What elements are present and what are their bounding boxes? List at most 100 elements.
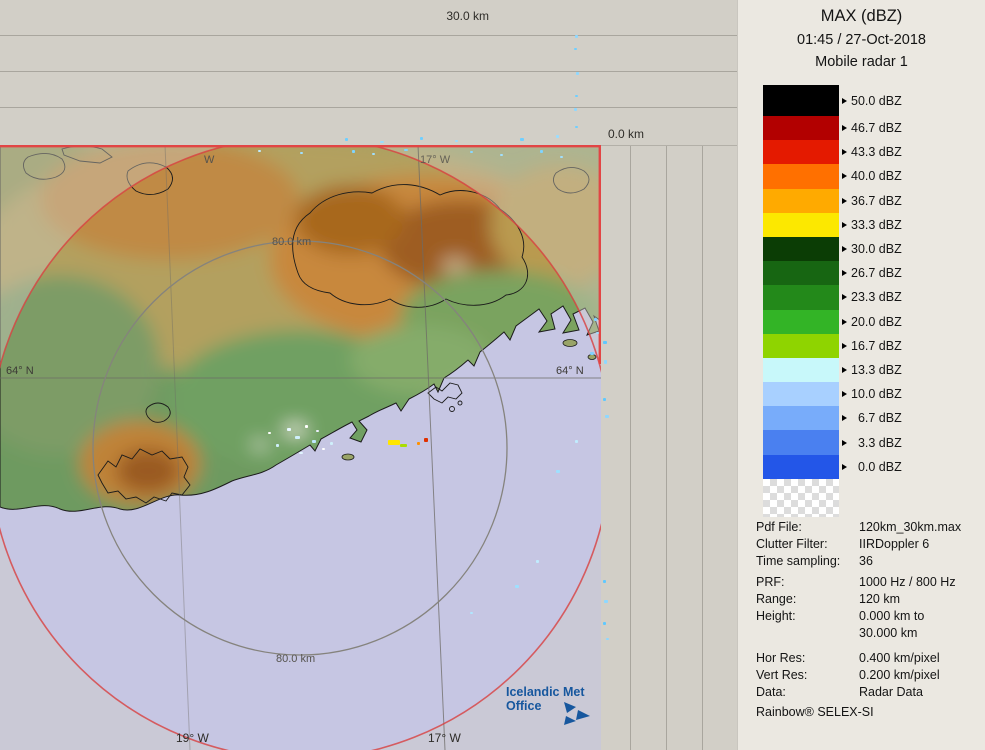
legend-swatch (763, 189, 839, 213)
metadata-label: Height: (756, 609, 859, 623)
metadata-row: Clutter Filter:IIRDoppler 6 (756, 535, 979, 552)
metadata-row: Time sampling:36 (756, 552, 979, 569)
metadata-value: 120 km (859, 592, 979, 606)
legend-marker-icon (842, 198, 847, 204)
legend-swatch (763, 261, 839, 285)
legend-marker-icon (842, 125, 847, 131)
legend-label: 26.7 dBZ (851, 266, 902, 280)
legend-label: 43.3 dBZ (851, 145, 902, 159)
legend-marker-icon (842, 98, 847, 104)
metadata-rows: Pdf File:120km_30km.maxClutter Filter:II… (756, 518, 979, 700)
map-svg: 64° N 64° N 80.0 km 80.0 km W 17° W 19° … (0, 145, 601, 750)
right-cross-section-panel (601, 145, 737, 750)
lon-label-top-east: 17° W (420, 154, 451, 166)
metadata-label: PRF: (756, 575, 859, 589)
radar-name: Mobile radar 1 (738, 54, 985, 70)
dbz-color-legend: 50.0 dBZ 46.7 dBZ 43.3 dBZ 40.0 dBZ 36.7 dBZ… (763, 85, 902, 517)
metadata-row: PRF:1000 Hz / 800 Hz (756, 573, 979, 590)
legend-rows: 50.0 dBZ 46.7 dBZ 43.3 dBZ 40.0 dBZ 36.7 dBZ… (763, 85, 902, 479)
legend-row: 46.7 dBZ (763, 116, 902, 140)
legend-label: 0.0 dBZ (851, 460, 902, 474)
legend-row: 20.0 dBZ (763, 310, 902, 334)
metadata-row: 30.000 km (756, 624, 979, 641)
height-scale-min-label: 0.0 km (608, 127, 644, 141)
legend-row: 0.0 dBZ (763, 455, 902, 479)
metadata-value: Radar Data (859, 685, 979, 699)
legend-row: 36.7 dBZ (763, 189, 902, 213)
legend-row: 43.3 dBZ (763, 140, 902, 164)
height-gridline (666, 146, 667, 750)
radar-display-window: 30.0 km 0.0 km (0, 0, 985, 750)
legend-swatch (763, 430, 839, 454)
legend-row: 50.0 dBZ (763, 85, 902, 116)
legend-swatch (763, 285, 839, 309)
legend-marker-icon (842, 149, 847, 155)
legend-label: 30.0 dBZ (851, 242, 902, 256)
lat-label-left: 64° N (6, 365, 34, 377)
height-scale-max-label: 30.0 km (446, 9, 489, 23)
legend-label: 16.7 dBZ (851, 339, 902, 353)
top-cross-section-panel: 30.0 km 0.0 km (0, 0, 737, 145)
legend-label: 33.3 dBZ (851, 218, 902, 232)
legend-swatch (763, 382, 839, 406)
legend-swatch (763, 358, 839, 382)
software-brand: Rainbow® SELEX-SI (756, 703, 979, 720)
legend-marker-icon (842, 222, 847, 228)
legend-marker-icon (842, 343, 847, 349)
imo-logo-line1: Icelandic Met (506, 685, 585, 699)
legend-label: 20.0 dBZ (851, 315, 902, 329)
legend-label: 23.3 dBZ (851, 290, 902, 304)
metadata-label: Clutter Filter: (756, 537, 859, 551)
legend-swatch (763, 406, 839, 430)
metadata-value: 0.400 km/pixel (859, 651, 979, 665)
info-panel: MAX (dBZ) 01:45 / 27-Oct-2018 Mobile rad… (737, 0, 985, 750)
metadata-value: 30.000 km (859, 626, 979, 640)
legend-label: 36.7 dBZ (851, 194, 902, 208)
legend-row: 33.3 dBZ (763, 213, 902, 237)
legend-marker-icon (842, 246, 847, 252)
legend-row: 30.0 dBZ (763, 237, 902, 261)
metadata-value: 1000 Hz / 800 Hz (859, 575, 979, 589)
metadata-value: IIRDoppler 6 (859, 537, 979, 551)
metadata-label: Vert Res: (756, 668, 859, 682)
legend-marker-icon (842, 391, 847, 397)
metadata-row: Height:0.000 km to (756, 607, 979, 624)
legend-swatch (763, 310, 839, 334)
range-ring-label-top: 80.0 km (272, 236, 311, 248)
legend-label: 40.0 dBZ (851, 169, 902, 183)
legend-row: 10.0 dBZ (763, 382, 902, 406)
legend-swatch (763, 334, 839, 358)
legend-marker-icon (842, 464, 847, 470)
metadata-label: Data: (756, 685, 859, 699)
metadata-row: Hor Res:0.400 km/pixel (756, 649, 979, 666)
metadata-value: 120km_30km.max (859, 520, 979, 534)
legend-marker-icon (842, 367, 847, 373)
legend-row: 23.3 dBZ (763, 285, 902, 309)
legend-row: 13.3 dBZ (763, 358, 902, 382)
range-ring-label-bottom: 80.0 km (276, 653, 315, 665)
lon-label-east: 17° W (428, 731, 461, 745)
metadata-row: Pdf File:120km_30km.max (756, 518, 979, 535)
metadata-label: Range: (756, 592, 859, 606)
legend-row: 26.7 dBZ (763, 261, 902, 285)
lon-label-top-partial: W (204, 154, 215, 166)
legend-label: 46.7 dBZ (851, 121, 902, 135)
legend-row: 16.7 dBZ (763, 334, 902, 358)
metadata-label: Pdf File: (756, 520, 859, 534)
legend-swatch (763, 213, 839, 237)
legend-label: 6.7 dBZ (851, 411, 902, 425)
legend-swatch (763, 85, 839, 116)
legend-label: 3.3 dBZ (851, 436, 902, 450)
radar-map-canvas: 64° N 64° N 80.0 km 80.0 km W 17° W 19° … (0, 145, 601, 750)
legend-label: 50.0 dBZ (851, 94, 902, 108)
metadata-value: 0.200 km/pixel (859, 668, 979, 682)
legend-no-data-checker (763, 479, 839, 517)
metadata-value: 36 (859, 554, 979, 568)
legend-marker-icon (842, 440, 847, 446)
legend-swatch (763, 140, 839, 164)
product-metadata: Pdf File:120km_30km.maxClutter Filter:II… (756, 518, 979, 720)
legend-swatch (763, 237, 839, 261)
legend-marker-icon (842, 415, 847, 421)
metadata-label: Time sampling: (756, 554, 859, 568)
legend-label: 10.0 dBZ (851, 387, 902, 401)
